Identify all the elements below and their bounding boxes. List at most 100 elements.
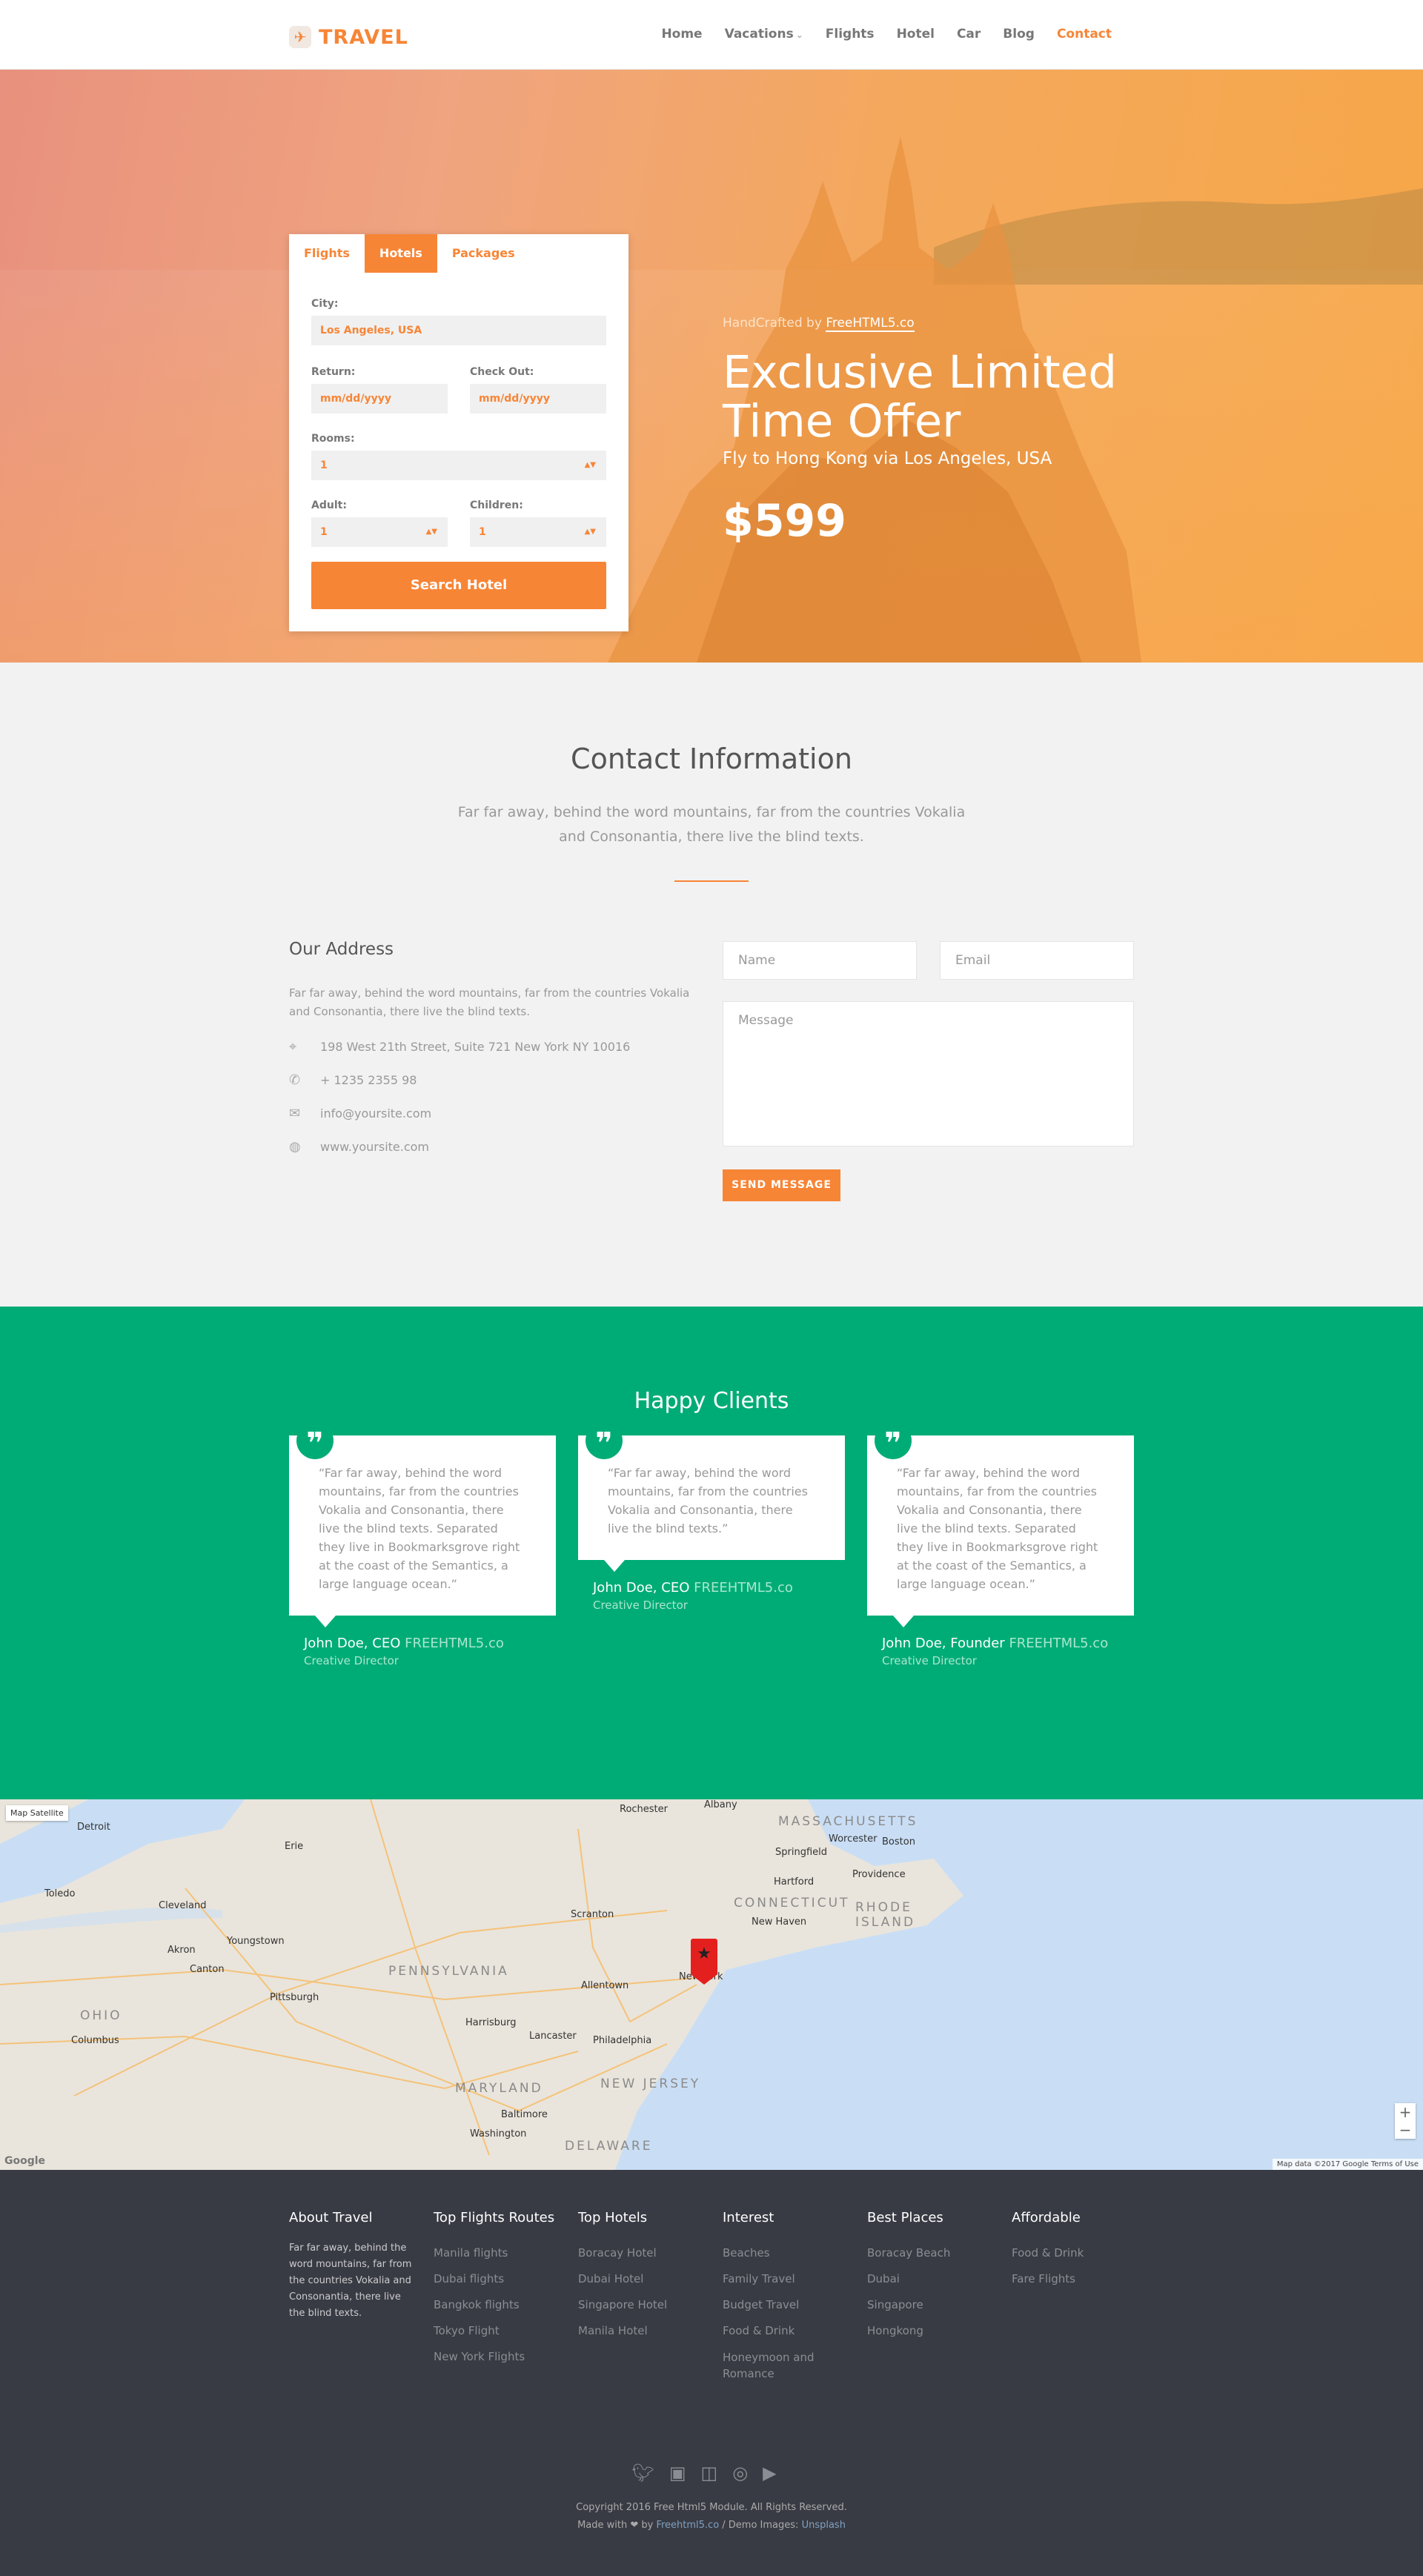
footer-link[interactable]: Dubai [867,2266,950,2292]
footer-link[interactable]: Food & Drink [1012,2240,1084,2266]
footer-link[interactable]: Food & Drink [723,2318,834,2344]
google-map[interactable]: Map Satellite Detroit Cleveland Pittsbur… [0,1799,1423,2170]
nav-home[interactable]: Home [650,24,713,45]
testimonials-section: Happy Clients ❞ “Far far away, behind th… [0,1307,1423,1799]
offer-block: HandCrafted by FreeHTML5.co Exclusive Li… [723,316,1241,547]
footer-link[interactable]: Boracay Hotel [578,2240,667,2266]
footer-link[interactable]: Bangkok flights [434,2292,554,2318]
footer-link[interactable]: Hongkong [867,2318,950,2344]
testimonial-role: Creative Director [593,1599,688,1612]
footer-link[interactable]: Manila flights [434,2240,554,2266]
name-input[interactable]: Name [723,941,917,980]
updown-icon: ▲▼ [584,528,596,536]
footer-affordable: Affordable Food & Drink Fare Flights [1012,2210,1084,2292]
email-input[interactable]: Email [940,941,1134,980]
send-message-button[interactable]: SEND MESSAGE [723,1169,840,1201]
unsplash-link[interactable]: Unsplash [802,2520,846,2531]
offer-title: Exclusive Limited Time Offer [723,346,1117,448]
footer-link[interactable]: Family Travel [723,2266,834,2292]
adult-select[interactable]: 1 ▲▼ [311,517,448,547]
children-select[interactable]: 1 ▲▼ [470,517,606,547]
nav-car[interactable]: Car [946,24,992,45]
email-link[interactable]: info@yoursite.com [320,1106,431,1121]
zoom-out-button[interactable]: − [1395,2121,1416,2139]
logo-text: TRAVEL [319,25,408,49]
return-date-input[interactable]: mm/dd/yyyy [311,384,448,414]
footer-heading: Top Hotels [578,2210,648,2225]
footer-link[interactable]: Dubai Hotel [578,2266,667,2292]
rooms-select[interactable]: 1 ▲▼ [311,451,606,480]
quote-icon: ❞ [296,1422,334,1461]
footer-link[interactable]: Tokyo Flight [434,2318,554,2344]
map-label: Harrisburg [465,2017,517,2028]
map-label: Hartford [774,1876,815,1888]
logo[interactable]: ✈ TRAVEL [289,22,408,52]
tab-hotels[interactable]: Hotels [364,234,437,273]
quote-icon: ❞ [875,1422,912,1461]
nav-vacations[interactable]: Vacations ⌄ [714,24,815,45]
footer-link[interactable]: Dubai flights [434,2266,554,2292]
contact-description: Far far away, behind the word mountains,… [457,804,966,845]
footer-link[interactable]: Budget Travel [723,2292,834,2318]
footer-link[interactable]: Honeymoon and Romance [723,2344,834,2382]
footer-link[interactable]: Manila Hotel [578,2318,667,2344]
tab-flights[interactable]: Flights [289,234,365,273]
nav-blog[interactable]: Blog [992,24,1046,45]
card-tail [604,1560,625,1572]
nav-contact[interactable]: Contact [1046,24,1123,45]
map-label: Canton [190,1964,225,1975]
footer-hotels: Top Hotels Boracay Hotel Dubai Hotel Sin… [578,2210,667,2344]
email-row: ✉ info@yoursite.com [289,1106,431,1121]
main-nav: Home Vacations ⌄ Flights Hotel Car Blog C… [650,24,1123,45]
zoom-in-button[interactable]: + [1395,2103,1416,2121]
footer-link[interactable]: Beaches [723,2240,834,2266]
map-state-label: MASSACHUSETTS [778,1814,918,1829]
instagram-icon[interactable]: ◫ [701,2463,733,2483]
footer-heading: Affordable [1012,2210,1081,2225]
freehtml5-link[interactable]: Freehtml5.co [656,2520,719,2531]
divider [674,880,749,882]
offer-subtitle: Fly to Hong Kong via Los Angeles, USA [723,449,1052,468]
map-marker-icon[interactable]: ★ [691,1939,717,1985]
booking-form: Flights Hotels Packages City: Los Angele… [289,234,628,631]
map-state-label: CONNECTICUT [734,1896,850,1911]
footer-heading: About Travel [289,2210,373,2225]
map-type-control[interactable]: Map Satellite [6,1805,68,1821]
credits-prefix: Made with ❤ by [577,2520,657,2531]
address-row: ⌖ 198 West 21th Street, Suite 721 New Yor… [289,1039,630,1055]
card-tail [893,1616,914,1627]
facebook-icon[interactable]: ▣ [669,2463,701,2483]
dribbble-icon[interactable]: ◎ [732,2463,763,2483]
nav-hotel[interactable]: Hotel [886,24,946,45]
map-label: Scranton [571,1909,614,1920]
footer-link[interactable]: Singapore [867,2292,950,2318]
website-link[interactable]: www.yoursite.com [320,1140,429,1154]
footer-link[interactable]: Boracay Beach [867,2240,950,2266]
footer-link[interactable]: Fare Flights [1012,2266,1084,2292]
map-label: Youngstown [227,1936,285,1947]
message-textarea[interactable]: Message [723,1001,1134,1146]
website-row: ◍ www.yoursite.com [289,1139,429,1155]
footer-link[interactable]: Singapore Hotel [578,2292,667,2318]
search-hotel-button[interactable]: Search Hotel [311,562,606,609]
map-label: Cleveland [159,1900,207,1911]
youtube-icon[interactable]: ▶ [763,2463,791,2483]
children-label: Children: [470,499,523,511]
footer-link[interactable]: New York Flights [434,2344,554,2370]
map-attribution[interactable]: Map data ©2017 Google Terms of Use [1272,2159,1423,2170]
city-input[interactable]: Los Angeles, USA [311,316,606,345]
star-icon: ★ [697,1945,712,1963]
handcrafted-link[interactable]: FreeHTML5.co [826,316,915,332]
nav-flights[interactable]: Flights [815,24,886,45]
map-label: Boston [882,1836,915,1848]
map-label: Lancaster [529,2031,577,2042]
zoom-control[interactable]: + − [1395,2103,1416,2139]
footer-heading: Top Flights Routes [434,2210,555,2225]
address-title: Our Address [289,940,394,959]
tab-packages[interactable]: Packages [437,234,530,273]
map-label: Providence [852,1869,906,1880]
checkout-date-input[interactable]: mm/dd/yyyy [470,384,606,414]
plane-icon: ✈ [289,26,311,48]
twitter-icon[interactable]: 🐦︎ [631,2463,669,2483]
phone-text[interactable]: + 1235 2355 98 [320,1073,417,1087]
